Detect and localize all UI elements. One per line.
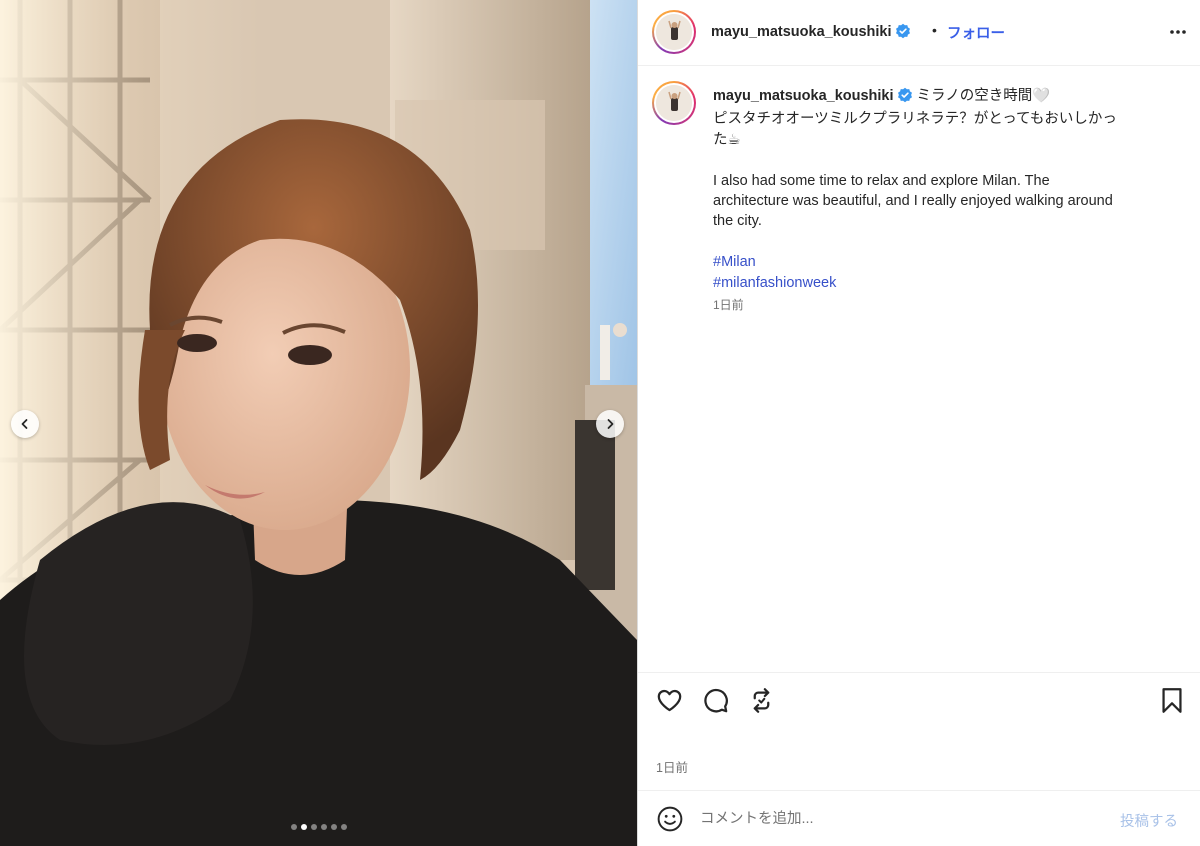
- verified-badge-icon: [897, 87, 913, 109]
- like-button[interactable]: [656, 687, 683, 719]
- caption-line: architecture was beautiful, and I really…: [713, 193, 1113, 210]
- repost-icon: [753, 688, 770, 713]
- post-timestamp: 1日前: [656, 761, 688, 775]
- post-side-panel: mayu_matsuoka_koushiki • フォロー mayu_matsu…: [637, 0, 1200, 846]
- avatar[interactable]: [652, 10, 696, 54]
- carousel-dot: [290, 824, 297, 830]
- comment-icon: [704, 688, 728, 713]
- heart-icon: [657, 689, 682, 712]
- hashtag-link[interactable]: #milanfashionweek: [713, 273, 1173, 293]
- comment-bar: 投稿する: [638, 790, 1200, 846]
- caption-line: ピスタチオオーツミルクプラリネラテ？がとってもおいしかっ: [713, 111, 1117, 128]
- caption-line: I also had some time to relax and explor…: [713, 172, 1050, 189]
- follow-button[interactable]: フォロー: [947, 22, 1005, 43]
- more-options-icon: [1170, 30, 1186, 34]
- username-text[interactable]: mayu_matsuoka_koushiki: [711, 24, 892, 40]
- post-media: [0, 0, 637, 846]
- carousel-dot: [340, 824, 347, 830]
- caption-username[interactable]: mayu_matsuoka_koushiki: [713, 87, 913, 104]
- chevron-right-icon: [607, 419, 614, 429]
- header-username[interactable]: mayu_matsuoka_koushiki: [711, 23, 911, 43]
- caption-timestamp: 1日前: [713, 298, 744, 312]
- caption-username-text[interactable]: mayu_matsuoka_koushiki: [713, 88, 894, 104]
- comment-input[interactable]: [700, 805, 1100, 833]
- caption-line: the city.: [713, 213, 762, 230]
- emoji-icon: [657, 806, 683, 832]
- save-button[interactable]: [1160, 687, 1184, 719]
- header-separator: •: [932, 22, 937, 38]
- caption-line: ミラノの空き時間🤍: [916, 88, 1051, 104]
- post-header: mayu_matsuoka_koushiki • フォロー: [638, 0, 1200, 66]
- verified-badge-icon: [895, 23, 911, 43]
- post-comment-button[interactable]: 投稿する: [1120, 810, 1178, 831]
- carousel-dot: [310, 824, 317, 830]
- carousel-indicator: [0, 824, 637, 830]
- share-button[interactable]: [748, 687, 775, 719]
- carousel-dot: [320, 824, 327, 830]
- action-bar: [638, 672, 1200, 726]
- caption-blank-line: [713, 232, 1173, 252]
- carousel-dot: [330, 824, 337, 830]
- carousel-prev-button[interactable]: [11, 410, 39, 438]
- comment-button[interactable]: [702, 687, 729, 719]
- hashtag-link[interactable]: #Milan: [713, 252, 1173, 272]
- emoji-button[interactable]: [657, 806, 683, 837]
- caption-blank-line: [713, 150, 1173, 170]
- caption-avatar[interactable]: [652, 81, 696, 125]
- carousel-dot: [300, 824, 307, 830]
- chevron-left-icon: [21, 419, 28, 429]
- post-caption: mayu_matsuoka_koushiki ミラノの空き時間🤍 ピスタチオオーツ…: [713, 86, 1173, 293]
- more-options-button[interactable]: [1168, 22, 1188, 47]
- bookmark-icon: [1162, 688, 1182, 713]
- caption-line: た☕: [713, 131, 741, 148]
- carousel-next-button[interactable]: [596, 410, 624, 438]
- post-photo: [0, 0, 637, 846]
